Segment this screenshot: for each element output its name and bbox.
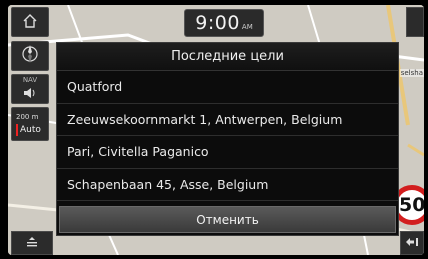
compass-button[interactable] — [11, 41, 49, 71]
left-control-bar: NAV 200 m Auto — [8, 5, 52, 255]
nav-volume-button[interactable]: NAV — [11, 74, 49, 104]
right-top-button[interactable] — [406, 7, 424, 37]
menu-icon — [26, 236, 38, 251]
cancel-button[interactable]: Отменить — [59, 206, 396, 233]
auto-zoom-label: Auto — [16, 123, 41, 136]
back-button[interactable] — [400, 231, 424, 255]
dialog-title: Последние цели — [57, 43, 398, 71]
nav-screen: NAV 200 m Auto 9:00 AM selsha 50 Последн… — [8, 5, 424, 255]
list-item[interactable]: Schapenbaan 45, Asse, Belgium — [57, 169, 398, 201]
clock-ampm: AM — [241, 23, 253, 31]
list-item[interactable]: Pari, Civitella Paganico — [57, 136, 398, 169]
home-button[interactable] — [11, 7, 49, 37]
map-place-label: selsha — [399, 69, 424, 77]
nav-label: NAV — [22, 75, 38, 84]
list-item[interactable]: Zeeuwsekoornmarkt 1, Antwerpen, Belgium — [57, 104, 398, 136]
clock-display: 9:00 AM — [184, 9, 264, 37]
speaker-icon — [23, 84, 37, 103]
menu-button[interactable] — [11, 231, 53, 255]
home-icon — [22, 13, 38, 32]
map-scale-button[interactable]: 200 m Auto — [11, 107, 49, 141]
scale-label: 200 m — [16, 112, 39, 121]
clock-time: 9:00 — [195, 12, 240, 34]
speed-limit-value: 50 — [399, 194, 424, 216]
recent-destinations-dialog: Последние цели Quatford Zeeuwsekoornmark… — [56, 42, 399, 236]
back-arrow-icon — [405, 236, 419, 251]
compass-icon — [20, 44, 40, 68]
list-item[interactable]: Quatford — [57, 71, 398, 104]
